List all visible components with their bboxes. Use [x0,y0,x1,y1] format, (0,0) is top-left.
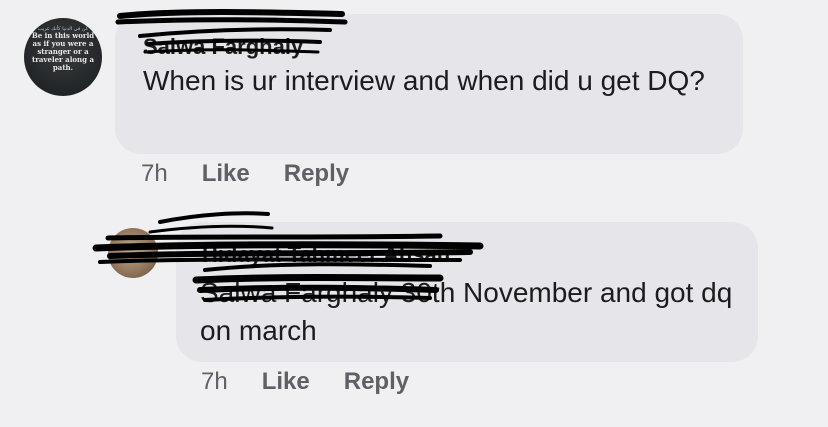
avatar-quote-text: كن في الدنيا كأنك غريب Be in this world … [30,26,96,72]
avatar-quote: Be in this world as if you were a strang… [31,31,95,72]
reply-like-button[interactable]: Like [262,368,310,396]
reply-button[interactable]: Reply [284,160,349,188]
reply-author[interactable]: Hidayat Tahmeer Ahsan [202,242,450,268]
commenter-avatar[interactable]: كن في الدنيا كأنك غريب Be in this world … [24,18,102,96]
like-button[interactable]: Like [202,160,250,188]
comment-author[interactable]: Salwa Farghaly [143,34,303,60]
comment-time[interactable]: 7h [141,160,168,188]
reply-time[interactable]: 7h [201,368,228,396]
reply-text: Salwa Farghaly 30th November and got dq … [200,274,740,350]
reply-actions: 7h Like Reply [201,368,443,396]
comment-actions: 7h Like Reply [141,160,383,188]
comment-text: When is ur interview and when did u get … [143,65,705,96]
reply-mention[interactable]: Salwa Farghaly [200,277,393,308]
reply-reply-button[interactable]: Reply [344,368,409,396]
replier-avatar[interactable] [108,228,158,278]
reply-bubble: Hidayat Tahmeer Ahsan Salwa Farghaly 30t… [176,222,758,362]
comment-bubble: Salwa Farghaly When is ur interview and … [115,14,743,154]
